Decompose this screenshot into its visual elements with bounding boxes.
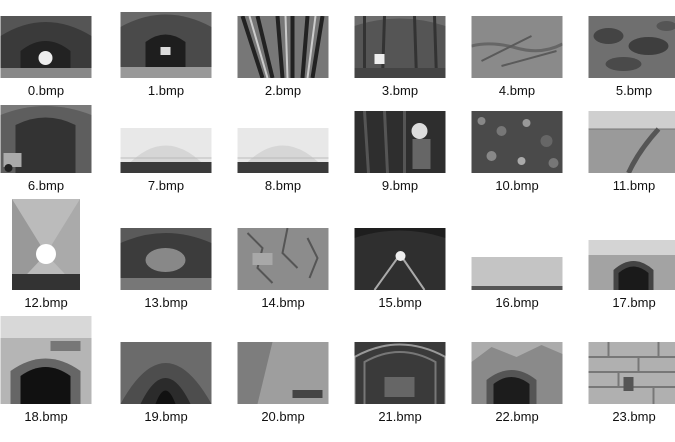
file-item[interactable]: 17.bmp (578, 183, 675, 310)
file-item[interactable]: 19.bmp (110, 310, 222, 424)
file-item[interactable]: 15.bmp (344, 183, 456, 310)
file-name-label: 21.bmp (378, 409, 422, 424)
file-item[interactable]: 13.bmp (110, 183, 222, 310)
file-item[interactable]: 12.bmp (0, 183, 102, 310)
file-item[interactable]: 22.bmp (461, 310, 573, 424)
image-thumbnail (237, 128, 329, 173)
image-thumbnail (120, 228, 212, 290)
file-name-label: 20.bmp (261, 409, 305, 424)
file-item[interactable]: 8.bmp (227, 95, 339, 193)
file-name-label: 14.bmp (261, 295, 305, 310)
file-name-label: 18.bmp (24, 409, 68, 424)
file-item[interactable]: 4.bmp (461, 0, 573, 98)
image-thumbnail (237, 16, 329, 78)
file-item[interactable]: 2.bmp (227, 0, 339, 98)
image-thumbnail (588, 342, 675, 404)
image-thumbnail (0, 16, 92, 78)
image-thumbnail (471, 257, 563, 290)
file-name-label: 16.bmp (495, 295, 539, 310)
image-thumbnail (0, 105, 92, 173)
file-name-label: 15.bmp (378, 295, 422, 310)
file-item[interactable]: 6.bmp (0, 95, 102, 193)
file-thumbnail-grid: 0.bmp 1.bmp 2.bmp 3.bmp 4.bmp 5.bmp 6.bm… (0, 0, 675, 442)
file-item[interactable]: 0.bmp (0, 0, 102, 98)
file-name-label: 13.bmp (144, 295, 188, 310)
image-thumbnail (354, 228, 446, 290)
image-thumbnail (588, 16, 675, 78)
file-name-label: 12.bmp (24, 295, 68, 310)
file-item[interactable]: 16.bmp (461, 183, 573, 310)
image-thumbnail (354, 111, 446, 173)
file-name-label: 22.bmp (495, 409, 539, 424)
image-thumbnail (237, 342, 329, 404)
image-thumbnail (471, 111, 563, 173)
image-thumbnail (471, 342, 563, 404)
image-thumbnail (588, 240, 675, 290)
image-thumbnail (120, 342, 212, 404)
file-item[interactable]: 10.bmp (461, 95, 573, 193)
image-thumbnail (12, 199, 80, 290)
file-item[interactable]: 21.bmp (344, 310, 456, 424)
file-item[interactable]: 18.bmp (0, 310, 102, 424)
image-thumbnail (120, 12, 212, 78)
image-thumbnail (354, 342, 446, 404)
file-item[interactable]: 5.bmp (578, 0, 675, 98)
file-item[interactable]: 20.bmp (227, 310, 339, 424)
image-thumbnail (471, 16, 563, 78)
image-thumbnail (354, 16, 446, 78)
file-name-label: 19.bmp (144, 409, 188, 424)
file-item[interactable]: 11.bmp (578, 95, 675, 193)
file-name-label: 17.bmp (612, 295, 656, 310)
file-item[interactable]: 23.bmp (578, 310, 675, 424)
image-thumbnail (237, 228, 329, 290)
image-thumbnail (120, 128, 212, 173)
file-item[interactable]: 7.bmp (110, 95, 222, 193)
file-item[interactable]: 9.bmp (344, 95, 456, 193)
file-name-label: 23.bmp (612, 409, 656, 424)
file-item[interactable]: 1.bmp (110, 0, 222, 98)
image-thumbnail (588, 111, 675, 173)
file-item[interactable]: 3.bmp (344, 0, 456, 98)
file-item[interactable]: 14.bmp (227, 183, 339, 310)
image-thumbnail (0, 316, 92, 404)
